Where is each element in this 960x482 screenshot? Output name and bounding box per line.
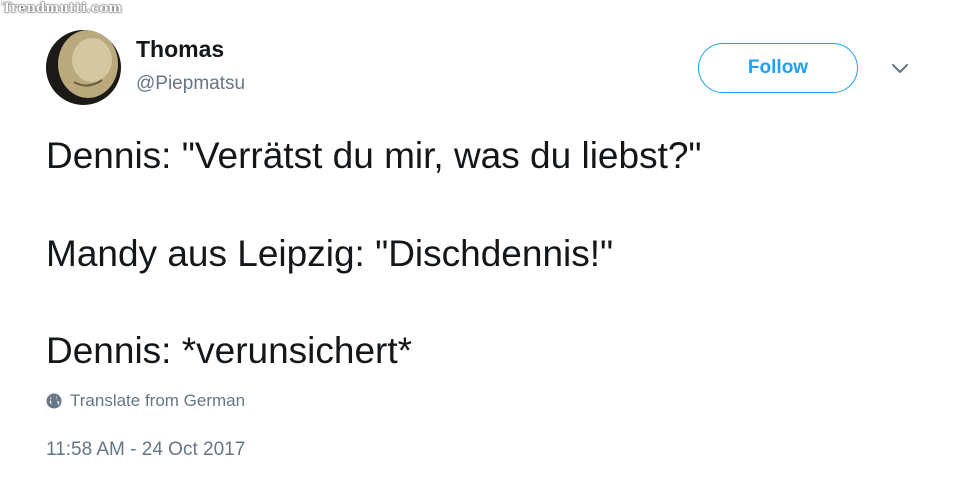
globe-icon (46, 393, 62, 409)
translate-label[interactable]: Translate from German (70, 391, 245, 411)
author-handle[interactable]: @Piepmatsu (136, 73, 245, 95)
watermark: Trendmutti.com (2, 1, 123, 16)
chevron-down-icon[interactable] (890, 62, 910, 76)
tweet-timestamp[interactable]: 11:58 AM - 24 Oct 2017 (46, 439, 245, 461)
translate-link[interactable]: Translate from German (46, 391, 245, 411)
tweet-text-line: Mandy aus Leipzig: "Dischdennis!" (46, 233, 614, 274)
follow-button[interactable]: Follow (698, 43, 858, 93)
tweet-text-line: Dennis: *verunsichert* (46, 330, 413, 371)
avatar[interactable] (46, 30, 121, 105)
author-name[interactable]: Thomas (136, 36, 224, 63)
avatar-image (46, 30, 121, 105)
tweet-text-line: Dennis: "Verrätst du mir, was du liebst?… (46, 135, 702, 176)
